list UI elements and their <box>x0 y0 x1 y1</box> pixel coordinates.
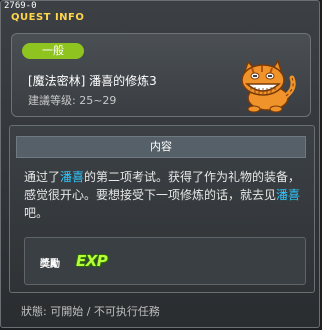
quest-name: [魔法密林] 潘喜的修炼3 <box>28 74 157 88</box>
quest-header-card: 一般 [魔法密林] 潘喜的修炼3 建議等级: 25~29 <box>11 33 311 117</box>
npc-name-link: 潘喜 <box>60 170 85 184</box>
quest-info-window: 2769-0 QUEST INFO 一般 [魔法密林] 潘喜的修炼3 建議等级:… <box>0 0 320 328</box>
npc-name-link: 潘喜 <box>276 188 301 202</box>
description-text: 通过了 <box>24 170 61 184</box>
description-text: 吧。 <box>24 206 49 220</box>
quest-status: 狀態: 可開始 / 不可执行任務 <box>21 305 160 318</box>
orange-tabby-cat-icon <box>241 59 296 113</box>
category-badge: 一般 <box>22 43 84 59</box>
content-header: 内容 <box>16 136 306 158</box>
quest-id: 2769-0 <box>4 1 37 11</box>
reward-label: 奬勵 <box>40 259 60 270</box>
quest-description: 通过了潘喜的第二项考试。获得了作为礼物的装备，感觉很开心。要想接受下一项修炼的话… <box>24 168 306 222</box>
reward-box: 奬勵 EXP <box>24 237 306 285</box>
quest-level: 建議等级: 25~29 <box>28 94 117 107</box>
exp-icon[interactable]: EXP <box>76 252 108 270</box>
content-panel: 内容 通过了潘喜的第二项考试。获得了作为礼物的装备，感觉很开心。要想接受下一项修… <box>9 125 315 293</box>
window-title: QUEST INFO <box>11 12 85 23</box>
